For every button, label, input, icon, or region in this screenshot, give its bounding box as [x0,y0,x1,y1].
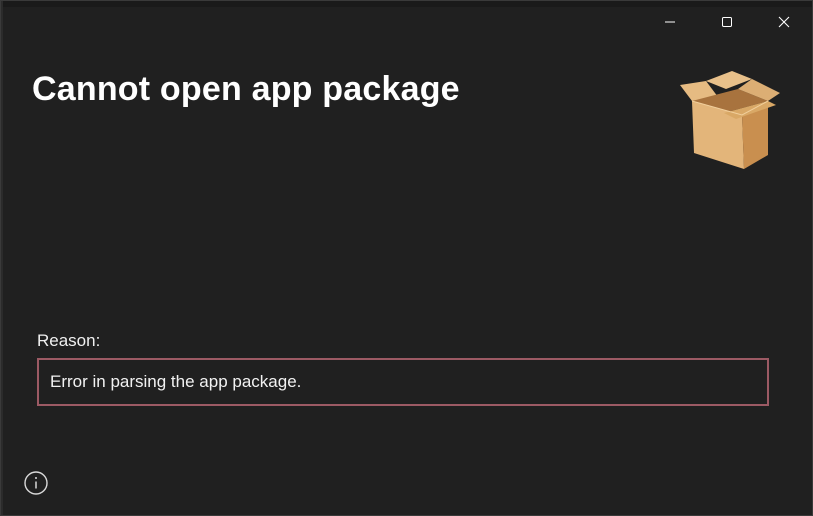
reason-text-box[interactable]: Error in parsing the app package. [37,358,769,406]
reason-text: Error in parsing the app package. [50,372,302,391]
maximize-icon [721,17,732,27]
caption-buttons [641,1,812,43]
window-left-edge [1,1,3,515]
close-icon [778,16,789,28]
maximize-button[interactable] [698,1,755,43]
minimize-icon [664,21,675,23]
page-title: Cannot open app package [32,70,460,108]
reason-label: Reason: [37,331,101,350]
open-box-icon [680,71,780,169]
close-button[interactable] [755,1,812,43]
app-installer-window: Cannot open app package Reason: Error in… [0,0,813,516]
info-icon[interactable] [23,470,49,496]
minimize-button[interactable] [641,1,698,43]
